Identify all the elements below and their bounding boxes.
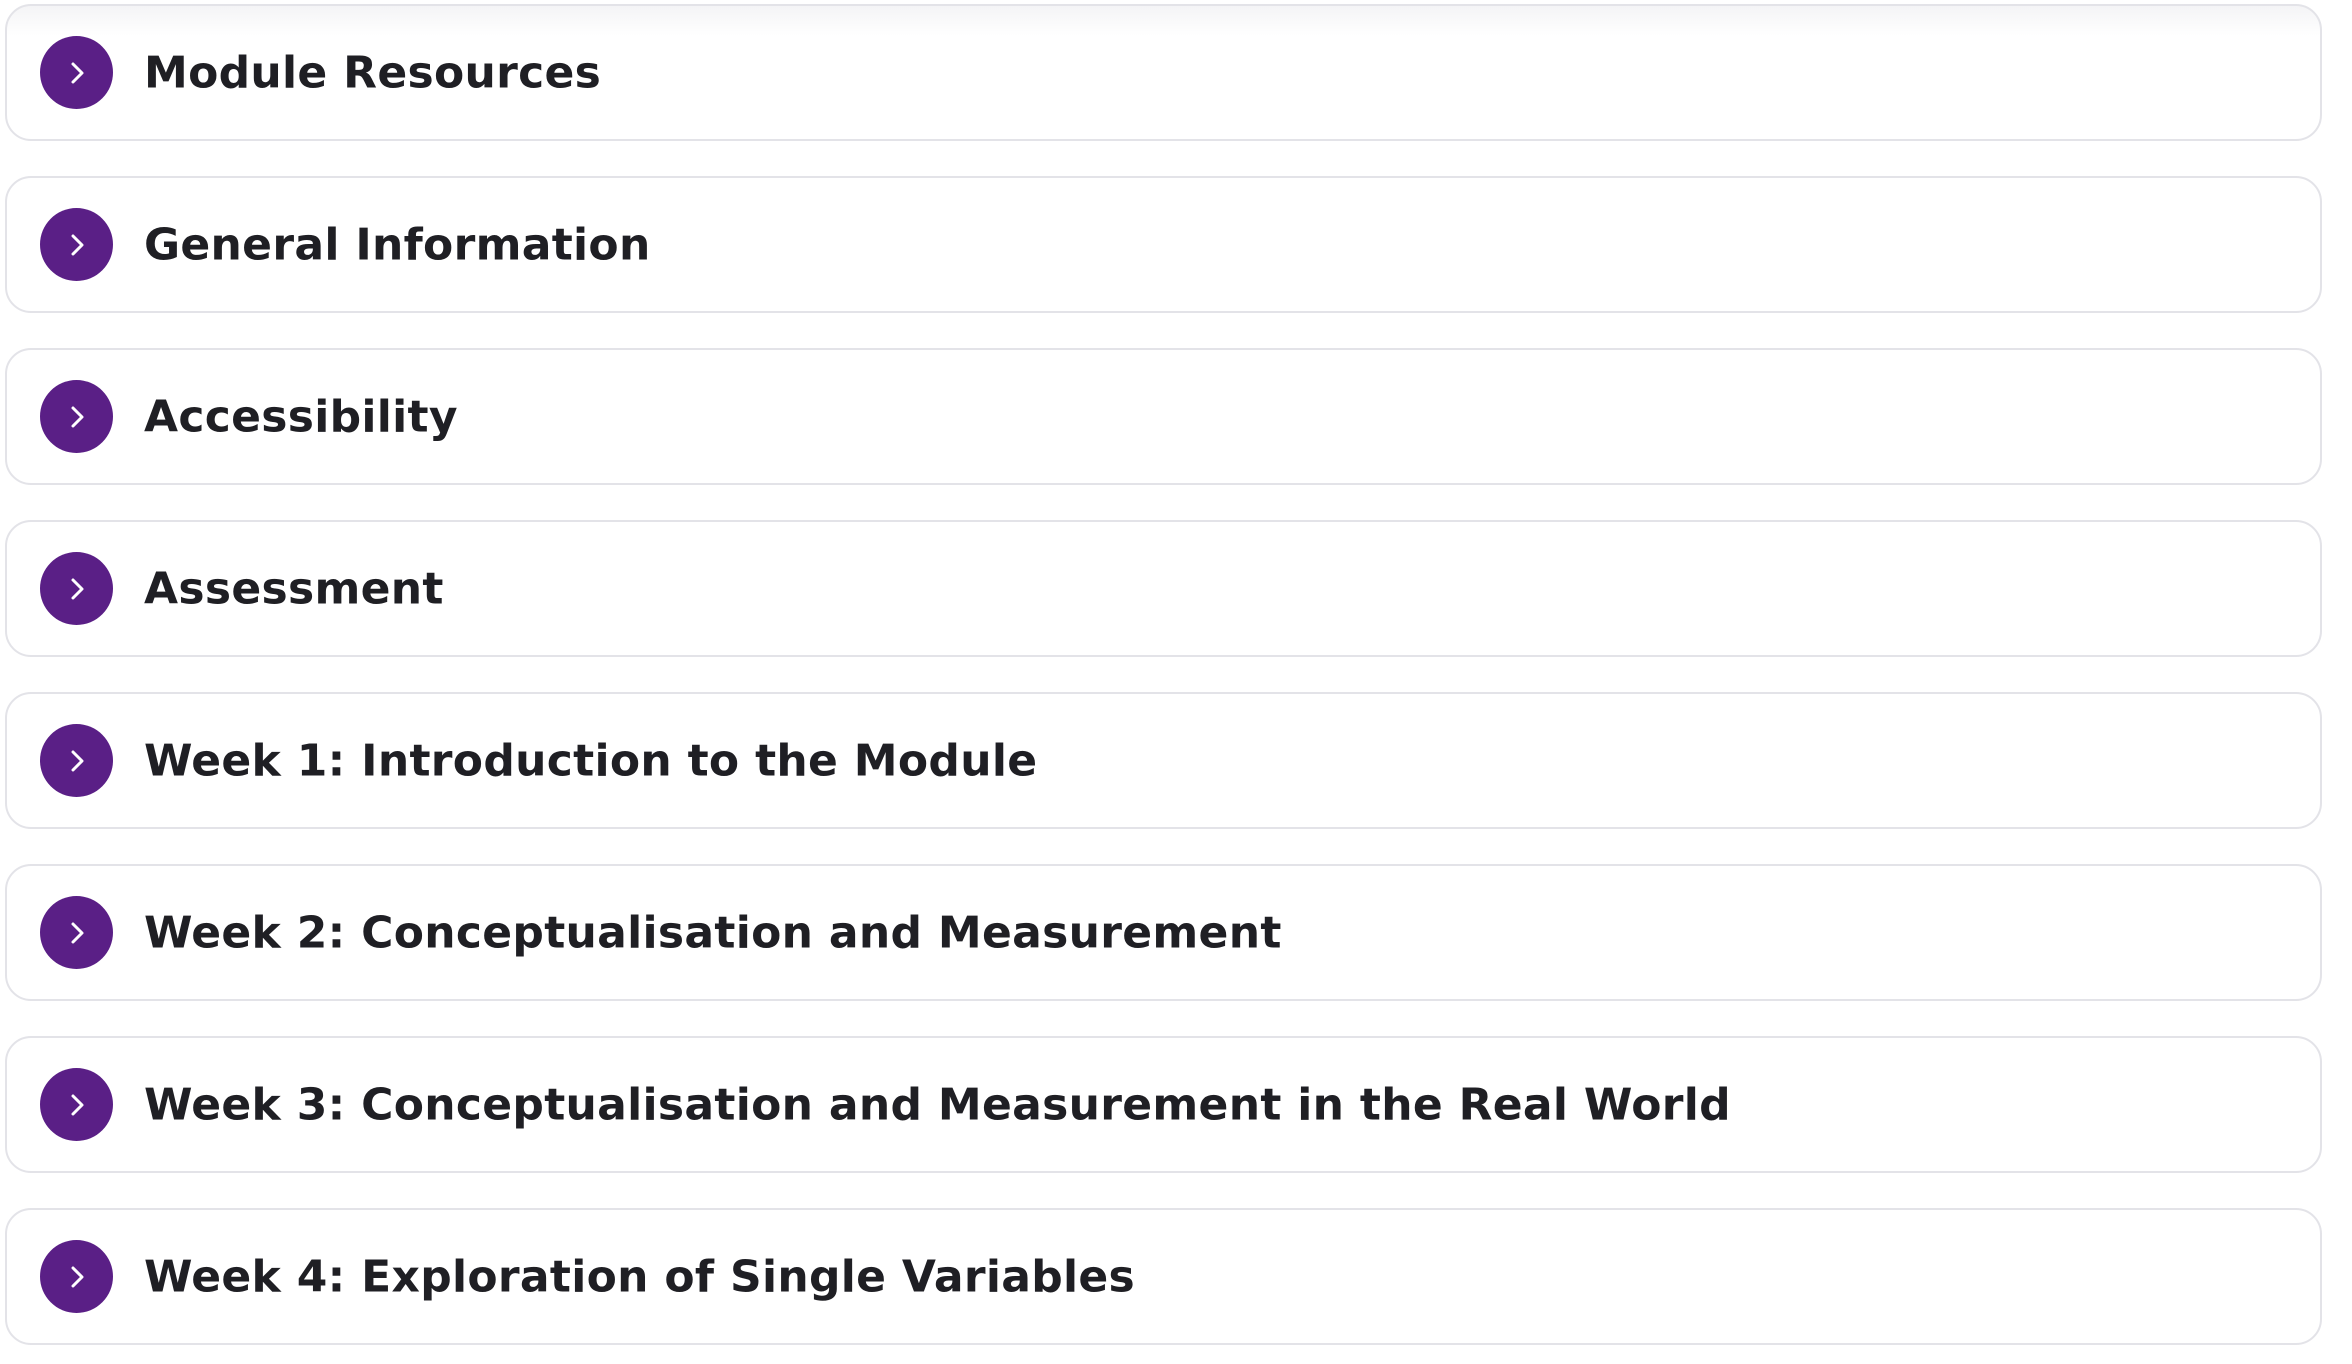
section-title: General Information — [144, 219, 651, 270]
chevron-right-icon[interactable] — [40, 552, 113, 625]
module-sections-list: Module Resources General Information Acc… — [0, 0, 2352, 1364]
section-title: Week 2: Conceptualisation and Measuremen… — [144, 907, 1282, 958]
chevron-right-icon[interactable] — [40, 36, 113, 109]
section-assessment[interactable]: Assessment — [5, 520, 2322, 657]
chevron-right-icon[interactable] — [40, 380, 113, 453]
section-week-3[interactable]: Week 3: Conceptualisation and Measuremen… — [5, 1036, 2322, 1173]
section-title: Accessibility — [144, 391, 458, 442]
section-week-2[interactable]: Week 2: Conceptualisation and Measuremen… — [5, 864, 2322, 1001]
section-title: Assessment — [144, 563, 444, 614]
chevron-right-icon[interactable] — [40, 208, 113, 281]
chevron-right-icon[interactable] — [40, 1240, 113, 1313]
chevron-right-icon[interactable] — [40, 896, 113, 969]
section-title: Module Resources — [144, 47, 602, 98]
section-general-information[interactable]: General Information — [5, 176, 2322, 313]
section-title: Week 1: Introduction to the Module — [144, 735, 1038, 786]
section-title: Week 4: Exploration of Single Variables — [144, 1251, 1136, 1302]
section-week-4[interactable]: Week 4: Exploration of Single Variables — [5, 1208, 2322, 1345]
chevron-right-icon[interactable] — [40, 1068, 113, 1141]
section-accessibility[interactable]: Accessibility — [5, 348, 2322, 485]
section-module-resources[interactable]: Module Resources — [5, 4, 2322, 141]
chevron-right-icon[interactable] — [40, 724, 113, 797]
section-title: Week 3: Conceptualisation and Measuremen… — [144, 1079, 1731, 1130]
section-week-1[interactable]: Week 1: Introduction to the Module — [5, 692, 2322, 829]
